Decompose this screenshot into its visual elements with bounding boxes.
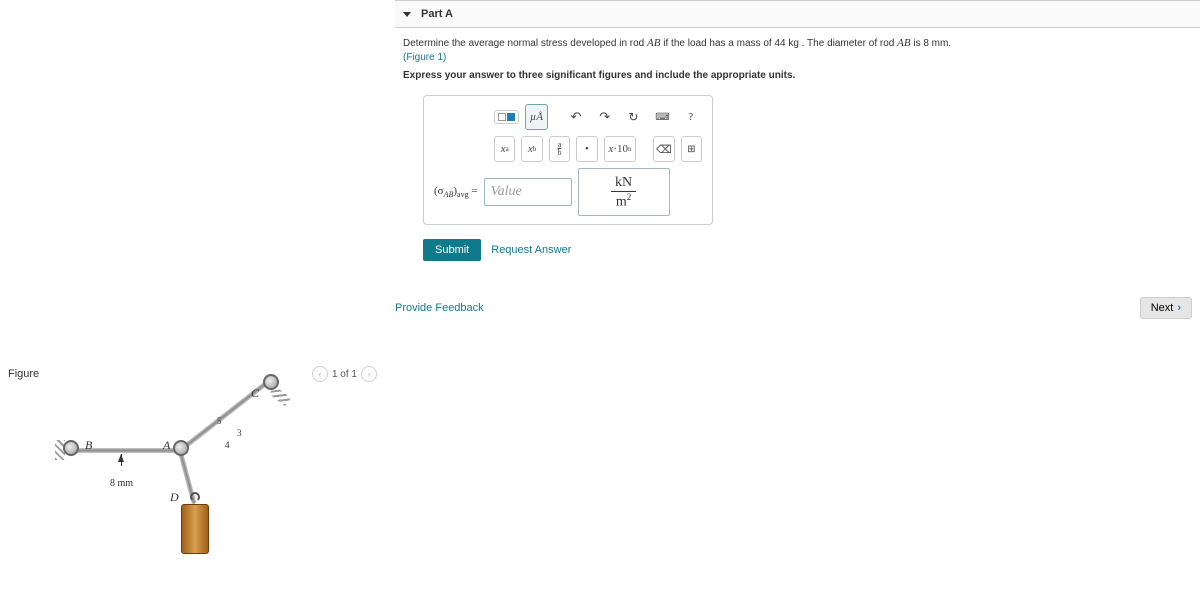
request-answer-link[interactable]: Request Answer	[491, 244, 571, 256]
subscript-button[interactable]: xb	[521, 136, 542, 162]
chevron-right-icon: ›	[1177, 302, 1181, 314]
help-button[interactable]: ?	[679, 104, 702, 130]
units-input[interactable]: kN m2	[578, 168, 670, 216]
submit-button[interactable]: Submit	[423, 239, 481, 261]
reset-button[interactable]: ↻	[622, 104, 645, 130]
figure-nav: ‹ 1 of 1 ›	[312, 366, 377, 382]
units-mu-button[interactable]: µÅ	[525, 104, 548, 130]
figure-image: B A C D 8 mm 5 3 4	[55, 392, 355, 582]
templates-button[interactable]	[494, 110, 519, 124]
part-label: Part A	[421, 8, 453, 20]
answer-panel: µÅ ↶ ↷ ↻ ⌨ ? xa xb ab • x·10n	[423, 95, 713, 225]
value-input[interactable]: Value	[484, 178, 572, 206]
calculator-button[interactable]: ⊞	[681, 136, 702, 162]
figure-link[interactable]: (Figure 1)	[403, 52, 446, 63]
answer-lhs: (σAB)avg =	[434, 185, 478, 199]
part-header[interactable]: Part A	[395, 0, 1200, 28]
fraction-button[interactable]: ab	[549, 136, 570, 162]
next-button[interactable]: Next›	[1140, 297, 1192, 319]
chevron-down-icon	[403, 12, 411, 17]
keyboard-button[interactable]: ⌨	[651, 104, 674, 130]
dot-button[interactable]: •	[576, 136, 597, 162]
figure-next-icon[interactable]: ›	[361, 366, 377, 382]
backspace-button[interactable]	[653, 136, 674, 162]
figure-title: Figure	[8, 368, 39, 380]
figure-counter: 1 of 1	[332, 369, 357, 380]
figure-prev-icon[interactable]: ‹	[312, 366, 328, 382]
superscript-button[interactable]: xa	[494, 136, 515, 162]
undo-button[interactable]: ↶	[565, 104, 588, 130]
provide-feedback-link[interactable]: Provide Feedback	[395, 302, 484, 314]
prompt-text: Determine the average normal stress deve…	[395, 32, 1200, 93]
redo-button[interactable]: ↷	[593, 104, 616, 130]
sci-notation-button[interactable]: x·10n	[604, 136, 637, 162]
